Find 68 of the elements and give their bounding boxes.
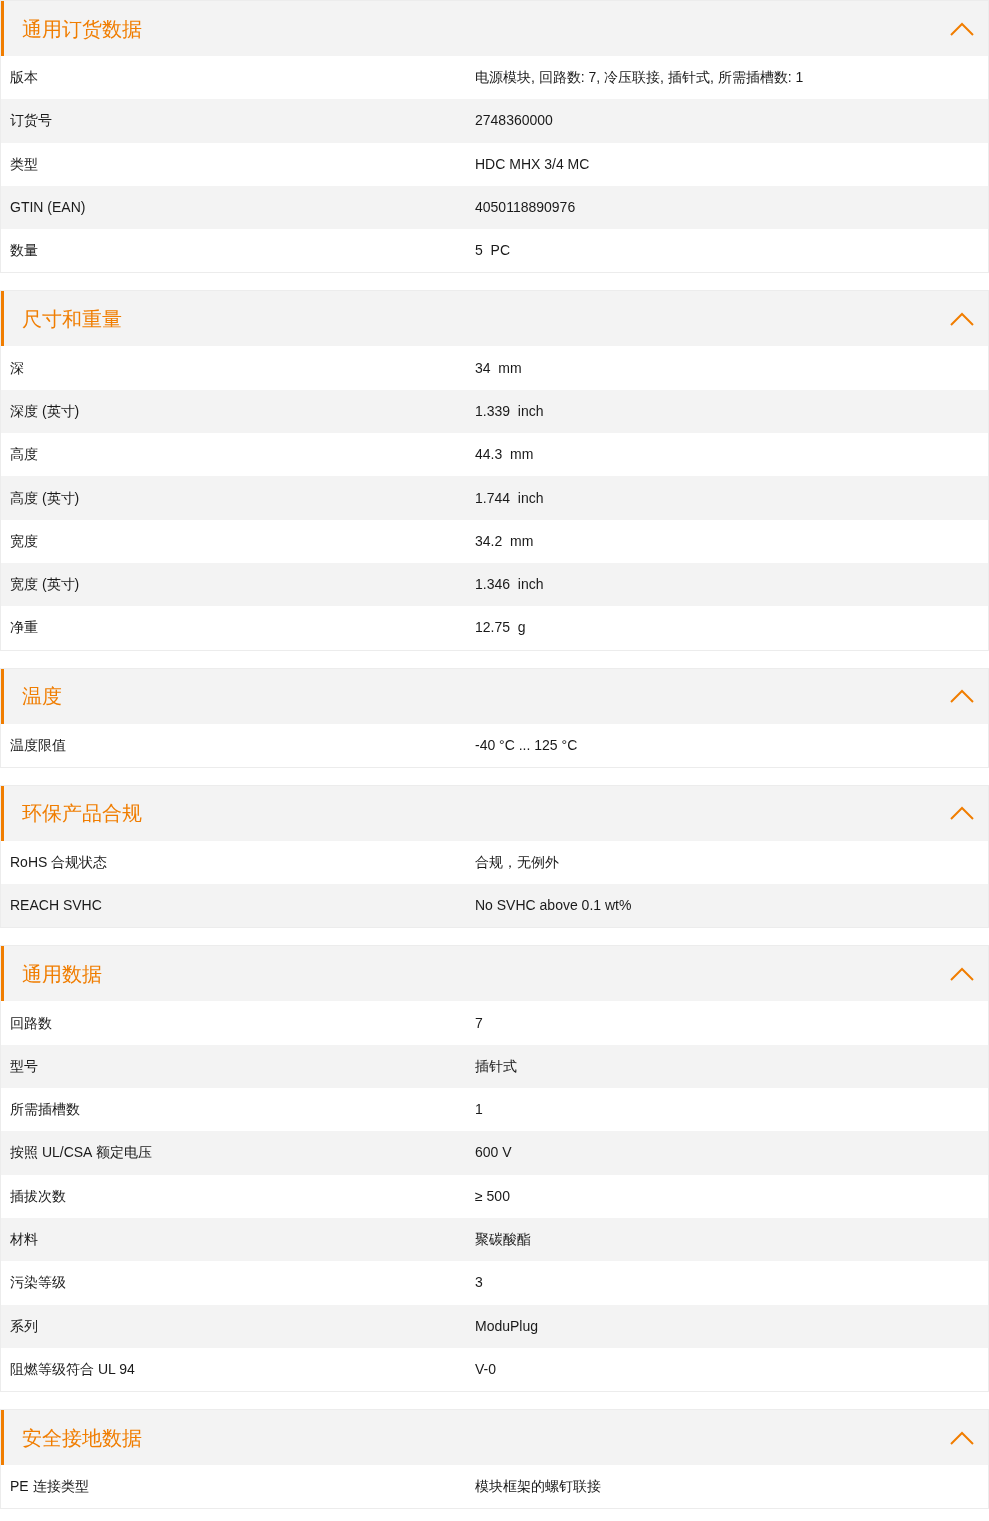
property-label: 所需插槽数 xyxy=(9,1100,81,1120)
property-value: 34 mm xyxy=(475,358,522,378)
property-label: 型号 xyxy=(9,1056,39,1076)
property-label: 订货号 xyxy=(9,111,53,131)
property-value: 3 xyxy=(475,1273,483,1293)
property-label: 插拔次数 xyxy=(9,1186,67,1206)
property-label: 版本 xyxy=(9,68,39,88)
property-label: 深度 (英寸) xyxy=(9,401,81,421)
property-value: HDC MHX 3/4 MC xyxy=(475,154,590,174)
property-label: REACH SVHC xyxy=(9,896,103,916)
property-label: 净重 xyxy=(9,618,39,638)
property-label: 温度限值 xyxy=(9,735,67,755)
chevron-up-icon[interactable] xyxy=(950,966,974,981)
section-header[interactable]: 安全接地数据 xyxy=(1,1410,988,1466)
property-value: 34.2 mm xyxy=(475,531,534,551)
property-value: 插针式 xyxy=(475,1056,517,1076)
property-label: RoHS 合规状态 xyxy=(9,853,109,872)
chevron-up-icon[interactable] xyxy=(950,21,974,36)
property-value: 合规，无例外 xyxy=(475,853,559,872)
property-value: ≥ 500 xyxy=(475,1186,510,1206)
property-label: 阻燃等级符合 UL 94 xyxy=(9,1359,136,1379)
property-label: 数量 xyxy=(9,241,39,261)
property-value: 聚碳酸酯 xyxy=(475,1230,531,1250)
property-value: 模块框架的螺钉联接 xyxy=(475,1477,601,1497)
property-value: 1 xyxy=(475,1100,483,1120)
section-title: 通用数据 xyxy=(22,961,102,987)
property-value: 44.3 mm xyxy=(475,445,534,465)
section-title: 温度 xyxy=(22,684,62,710)
property-value: No SVHC above 0.1 wt% xyxy=(475,896,632,916)
property-label: 按照 UL/CSA 额定电压 xyxy=(9,1143,153,1163)
chevron-up-icon[interactable] xyxy=(950,689,974,704)
section-title: 通用订货数据 xyxy=(22,16,142,42)
property-value: 电源模块, 回路数: 7, 冷压联接, 插针式, 所需插槽数: 1 xyxy=(475,68,804,88)
property-label: 宽度 xyxy=(9,531,39,551)
property-label: 污染等级 xyxy=(9,1273,67,1293)
chevron-up-icon[interactable] xyxy=(950,806,974,821)
property-label: 材料 xyxy=(9,1230,39,1250)
section-title: 环保产品合规 xyxy=(22,801,142,827)
property-label: 高度 (英寸) xyxy=(9,488,81,508)
property-label: GTIN (EAN) xyxy=(9,198,87,218)
section-header[interactable]: 通用数据 xyxy=(1,946,988,1002)
chevron-up-icon[interactable] xyxy=(950,1430,974,1445)
chevron-up-icon[interactable] xyxy=(950,312,974,326)
property-label: PE 连接类型 xyxy=(9,1477,90,1497)
property-value: 600 V xyxy=(475,1143,512,1163)
section-header[interactable]: 通用订货数据 xyxy=(1,1,988,56)
property-label: 深 xyxy=(9,358,25,378)
property-label: 系列 xyxy=(9,1316,39,1336)
property-value: ModuPlug xyxy=(475,1316,539,1336)
property-label: 回路数 xyxy=(9,1013,53,1033)
section-title: 安全接地数据 xyxy=(22,1425,142,1451)
property-value: 1.744 inch xyxy=(475,488,544,508)
property-value: 1.346 inch xyxy=(475,575,544,595)
property-value: 1.339 inch xyxy=(475,401,544,421)
section-header[interactable]: 环保产品合规 xyxy=(1,785,988,841)
property-value: 7 xyxy=(475,1013,483,1033)
property-value: 2748360000 xyxy=(475,111,553,131)
property-label: 宽度 (英寸) xyxy=(9,575,81,595)
section-title: 尺寸和重量 xyxy=(22,307,122,332)
property-value: 4050118890976 xyxy=(475,198,576,218)
property-label: 类型 xyxy=(9,154,39,174)
property-value: V-0 xyxy=(475,1359,496,1379)
property-value: 12.75 g xyxy=(475,618,526,638)
property-value: 5 PC xyxy=(475,241,510,261)
section-header[interactable]: 温度 xyxy=(1,668,988,724)
section-header[interactable]: 尺寸和重量 xyxy=(1,291,988,347)
property-value: -40 °C ... 125 °C xyxy=(475,735,578,755)
property-label: 高度 xyxy=(9,445,39,465)
